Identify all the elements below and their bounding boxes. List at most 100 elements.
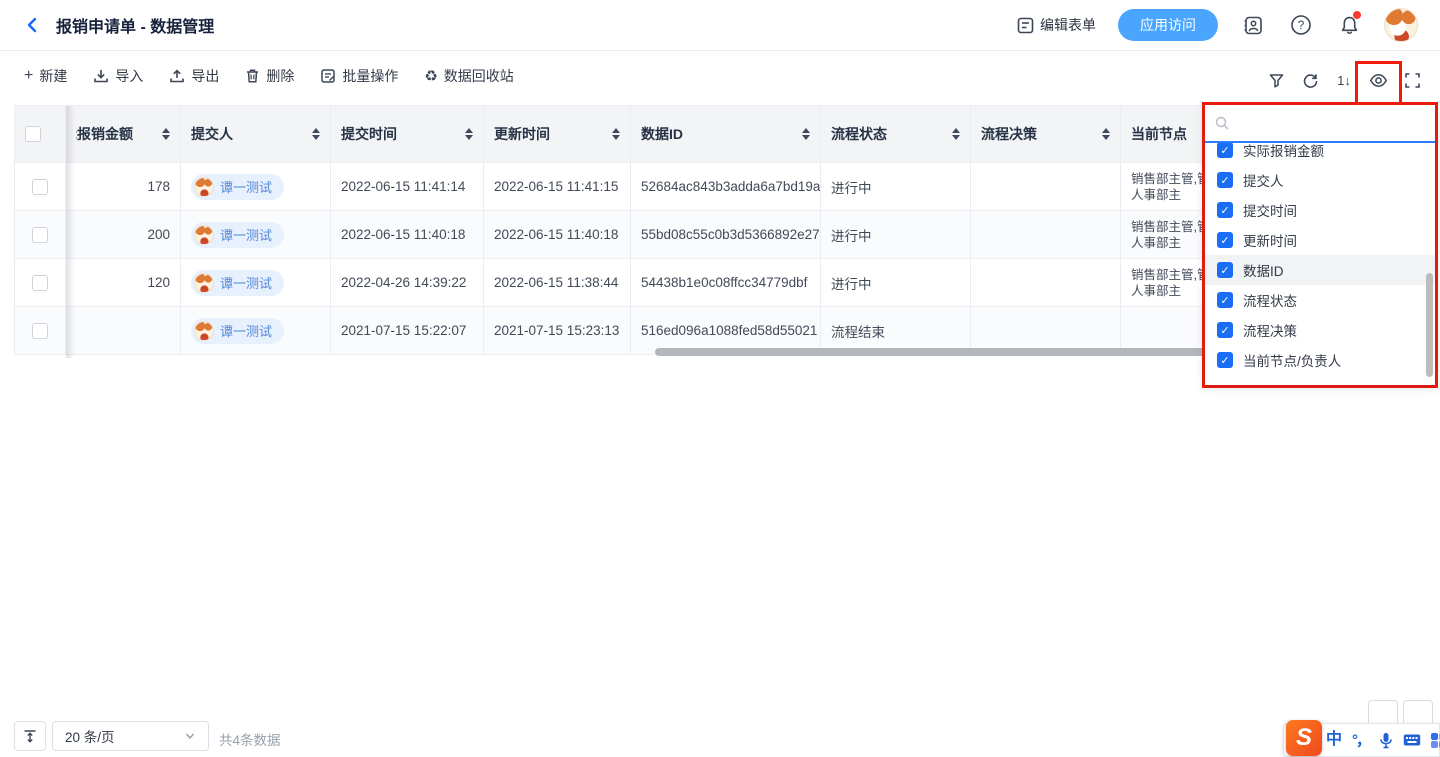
- picker-item-label: 提交人: [1243, 170, 1284, 190]
- column-picker-list: ✓ 实际报销金额 ✓ 提交人 ✓提交时间 ✓更新时间 ✓数据ID ✓流程状态 ✓流程…: [1205, 143, 1435, 383]
- sogou-logo-icon[interactable]: S: [1286, 720, 1322, 756]
- user-avatar[interactable]: [1384, 8, 1418, 42]
- notification-bell-icon[interactable]: [1336, 12, 1362, 38]
- column-visibility-eye-icon[interactable]: [1364, 66, 1392, 94]
- virtual-keyboard-icon[interactable]: [1403, 733, 1421, 747]
- checkbox-checked-icon[interactable]: ✓: [1217, 202, 1233, 218]
- horizontal-scrollbar[interactable]: [655, 348, 1205, 356]
- export-label: 导出: [191, 66, 219, 86]
- row-checkbox[interactable]: [32, 179, 48, 195]
- cell-update-time: 2022-06-15 11:41:15: [484, 163, 631, 210]
- cell-submit-time: 2022-04-26 14:39:22: [331, 259, 484, 306]
- picker-item[interactable]: ✓提交时间: [1205, 195, 1435, 225]
- column-label-node: 当前节点: [1131, 124, 1187, 144]
- svg-text:?: ?: [1298, 18, 1305, 32]
- picker-item[interactable]: ✓流程决策: [1205, 315, 1435, 345]
- column-label-data-id: 数据ID: [641, 124, 683, 144]
- column-header-submitter[interactable]: 提交人: [181, 106, 331, 162]
- cell-data-id: 516ed096a1088fed58d55021: [631, 307, 821, 354]
- checkbox-checked-icon[interactable]: ✓: [1217, 322, 1233, 338]
- delete-button[interactable]: 删除: [245, 66, 294, 86]
- submitter-pill[interactable]: 谭一测试: [191, 270, 284, 296]
- column-header-data-id[interactable]: 数据ID: [631, 106, 821, 162]
- submitter-pill[interactable]: 谭一测试: [191, 222, 284, 248]
- picker-item[interactable]: ✓更新时间: [1205, 225, 1435, 255]
- ime-toolbar: S 中 °，: [1283, 723, 1440, 757]
- cell-decision: [971, 307, 1121, 354]
- checkbox-checked-icon[interactable]: ✓: [1217, 292, 1233, 308]
- picker-item-label: 实际报销金额: [1243, 143, 1324, 160]
- sort-toggle-icon[interactable]: [1102, 128, 1110, 140]
- checkbox-checked-icon[interactable]: ✓: [1217, 172, 1233, 188]
- ime-menu-grid-icon[interactable]: [1431, 733, 1440, 748]
- app-access-button[interactable]: 应用访问: [1118, 9, 1218, 41]
- picker-scrollbar[interactable]: [1426, 273, 1433, 377]
- select-all-cell: [15, 106, 66, 162]
- column-header-amount[interactable]: 实际报销金额: [66, 106, 181, 162]
- row-height-button[interactable]: [14, 721, 46, 751]
- edit-form-button[interactable]: 编辑表单: [1017, 15, 1096, 35]
- sort-toggle-icon[interactable]: [802, 128, 810, 140]
- column-header-status[interactable]: 流程状态: [821, 106, 971, 162]
- notification-dot: [1353, 11, 1361, 19]
- picker-item[interactable]: ✓数据ID: [1205, 255, 1435, 285]
- export-button[interactable]: 导出: [169, 66, 219, 86]
- batch-operations-label: 批量操作: [342, 66, 398, 86]
- cell-status: 流程结束: [821, 307, 971, 354]
- annotation-box-panel: ✓ 实际报销金额 ✓ 提交人 ✓提交时间 ✓更新时间 ✓数据ID ✓流程状态 ✓流程…: [1202, 102, 1438, 388]
- sort-toggle-icon[interactable]: [952, 128, 960, 140]
- column-header-decision[interactable]: 流程决策: [971, 106, 1121, 162]
- checkbox-checked-icon[interactable]: ✓: [1217, 352, 1233, 368]
- column-search-input[interactable]: [1236, 116, 1425, 131]
- import-button[interactable]: 导入: [93, 66, 143, 86]
- checkbox-checked-icon[interactable]: ✓: [1217, 262, 1233, 278]
- column-label-decision: 流程决策: [981, 124, 1037, 144]
- row-checkbox[interactable]: [32, 227, 48, 243]
- cell-data-id: 52684ac843b3adda6a7bd19a: [631, 163, 821, 210]
- back-icon[interactable]: [22, 14, 44, 36]
- form-icon: [1017, 17, 1034, 34]
- ime-punctuation-icon[interactable]: °，: [1352, 733, 1369, 748]
- checkbox-checked-icon[interactable]: ✓: [1217, 232, 1233, 248]
- submitter-pill[interactable]: 谭一测试: [191, 318, 284, 344]
- sort-toggle-icon[interactable]: [465, 128, 473, 140]
- cell-decision: [971, 211, 1121, 258]
- checkbox-checked-icon[interactable]: ✓: [1217, 143, 1233, 158]
- picker-item[interactable]: ✓ 提交人: [1205, 165, 1435, 195]
- picker-item[interactable]: ✓流程状态: [1205, 285, 1435, 315]
- batch-operations-button[interactable]: 批量操作: [320, 66, 398, 86]
- sort-toggle-icon[interactable]: [312, 128, 320, 140]
- picker-item-label: 当前节点/负责人: [1243, 350, 1341, 370]
- refresh-icon[interactable]: [1296, 66, 1324, 94]
- node-text: 销售部主管,管,人事部主: [1131, 267, 1213, 299]
- picker-item[interactable]: ✓ 当前节点/负责人: [1205, 345, 1435, 375]
- submitter-pill[interactable]: 谭一测试: [191, 174, 284, 200]
- recycle-bin-button[interactable]: ♻ 数据回收站: [424, 66, 513, 86]
- column-header-submit-time[interactable]: 提交时间: [331, 106, 484, 162]
- sort-toggle-icon[interactable]: [162, 128, 170, 140]
- total-count-label: 共4条数据: [219, 729, 281, 749]
- submitter-avatar: [194, 225, 214, 245]
- sort-toggle-icon[interactable]: [612, 128, 620, 140]
- picker-item[interactable]: ✓ 实际报销金额: [1205, 143, 1435, 165]
- cell-amount: [66, 307, 181, 354]
- column-header-update-time[interactable]: 更新时间: [484, 106, 631, 162]
- row-checkbox[interactable]: [32, 275, 48, 291]
- help-icon[interactable]: ?: [1288, 12, 1314, 38]
- microphone-icon[interactable]: [1379, 732, 1393, 749]
- import-icon: [93, 68, 109, 84]
- new-button[interactable]: + 新建: [24, 66, 67, 86]
- fullscreen-icon[interactable]: [1398, 66, 1426, 94]
- contacts-icon[interactable]: [1240, 12, 1266, 38]
- sort-icon[interactable]: 1↓: [1330, 66, 1358, 94]
- row-checkbox[interactable]: [32, 323, 48, 339]
- cell-status: 进行中: [821, 211, 971, 258]
- cell-status: 进行中: [821, 259, 971, 306]
- select-all-checkbox[interactable]: [25, 126, 41, 142]
- page-size-select[interactable]: 20 条/页: [52, 721, 209, 751]
- submitter-name: 谭一测试: [220, 321, 272, 340]
- filter-icon[interactable]: [1262, 66, 1290, 94]
- ime-language-mode-icon[interactable]: 中: [1326, 732, 1342, 748]
- page-size-value: 20 条/页: [65, 726, 115, 746]
- cell-decision: [971, 163, 1121, 210]
